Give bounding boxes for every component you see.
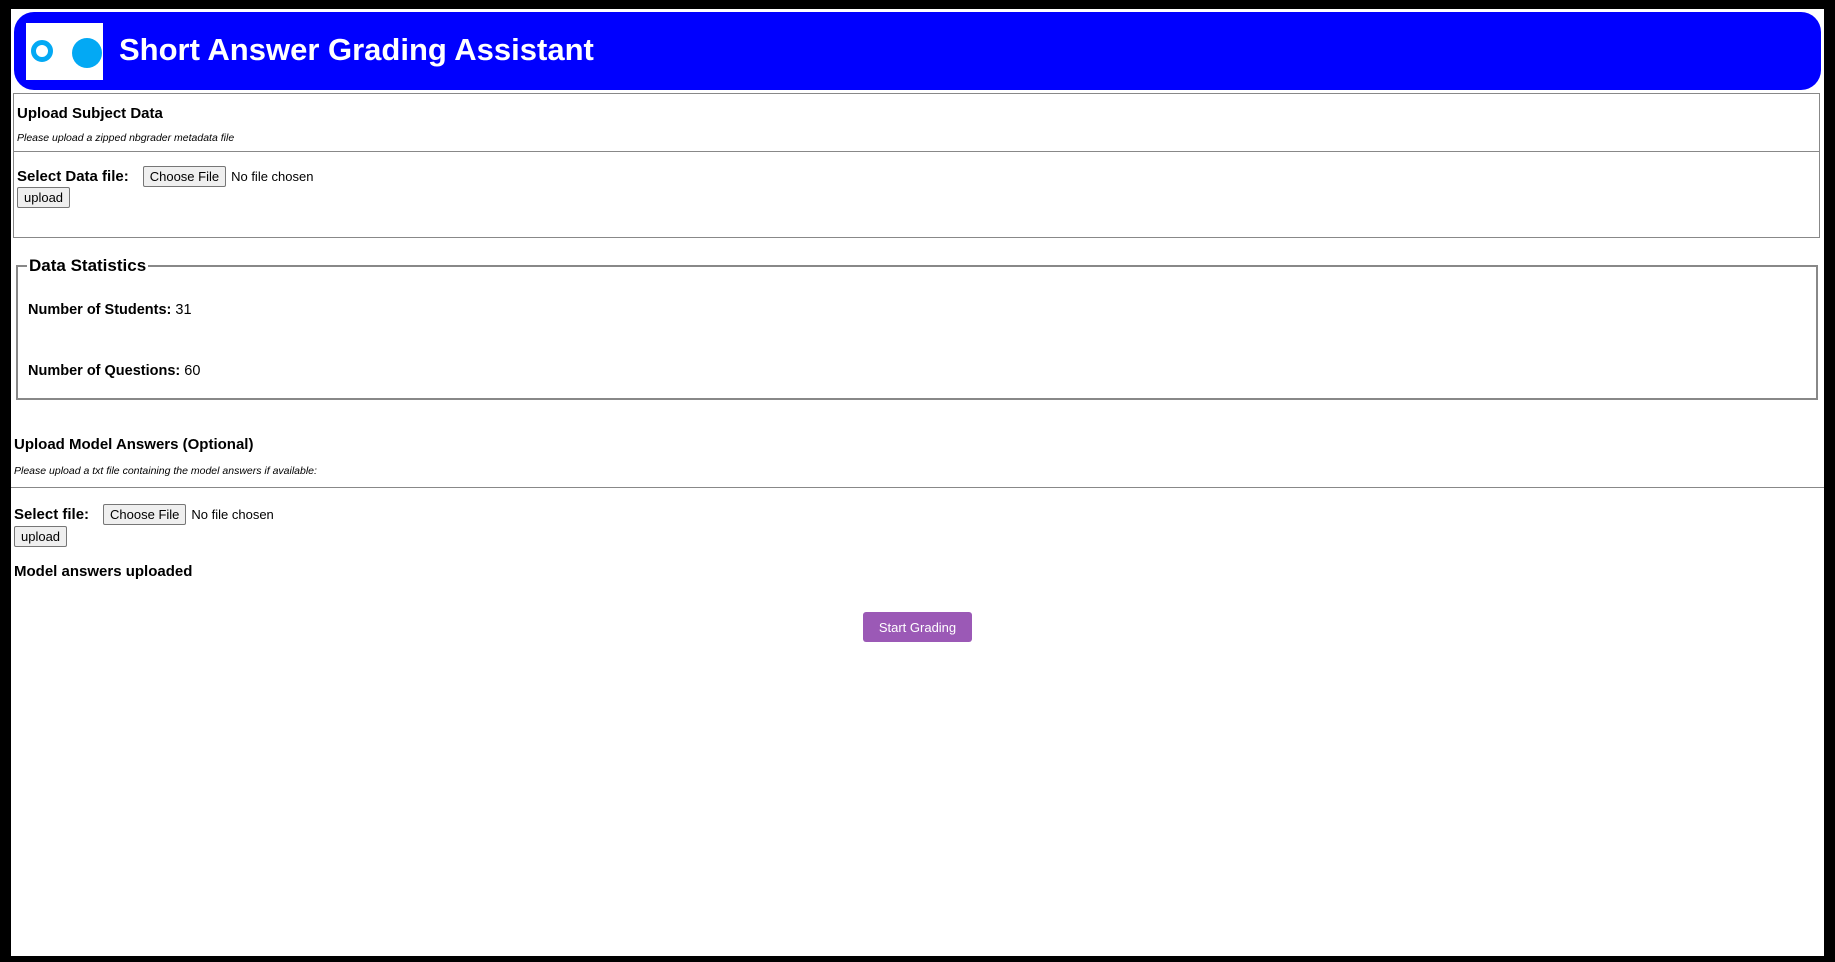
subject-file-label: Select Data file: (17, 168, 129, 185)
divider (11, 487, 1824, 488)
model-choose-file-button[interactable]: Choose File (103, 504, 187, 525)
data-statistics-legend: Data Statistics (27, 256, 149, 276)
start-grading-button[interactable]: Start Grading (863, 612, 972, 642)
subject-upload-title: Upload Subject Data (17, 105, 163, 122)
students-stat: Number of Students: 31 (28, 302, 192, 318)
students-value: 31 (175, 302, 192, 318)
students-label: Number of Students: (28, 302, 172, 318)
model-upload-title: Upload Model Answers (Optional) (14, 436, 254, 453)
subject-upload-description: Please upload a zipped nbgrader metadata… (17, 132, 235, 144)
divider (14, 151, 1819, 152)
subject-file-status: No file chosen (231, 169, 314, 184)
app-header: Short Answer Grading Assistant (14, 12, 1821, 90)
model-file-status: No file chosen (191, 507, 274, 522)
model-upload-status: Model answers uploaded (14, 563, 193, 580)
logo-icon (26, 23, 103, 80)
subject-choose-file-button[interactable]: Choose File (142, 166, 227, 187)
subject-file-row: Select Data file: Choose File No file ch… (17, 166, 313, 187)
logo-dot (72, 38, 102, 68)
subject-upload-button[interactable]: upload (17, 187, 71, 208)
model-file-label: Select file: (14, 506, 90, 523)
questions-value: 60 (184, 363, 201, 379)
model-file-row: Select file: Choose File No file chosen (14, 504, 274, 525)
logo-ring (31, 40, 53, 62)
data-statistics-panel: Data Statistics Number of Students: 31 N… (16, 256, 1818, 400)
app-page: Short Answer Grading Assistant Upload Su… (11, 9, 1824, 956)
app-title: Short Answer Grading Assistant (119, 32, 594, 67)
subject-upload-panel: Upload Subject Data Please upload a zipp… (13, 93, 1820, 238)
questions-label: Number of Questions: (28, 363, 181, 379)
model-upload-button[interactable]: upload (14, 526, 68, 547)
questions-stat: Number of Questions: 60 (28, 363, 200, 379)
model-upload-description: Please upload a txt file containing the … (14, 465, 317, 477)
